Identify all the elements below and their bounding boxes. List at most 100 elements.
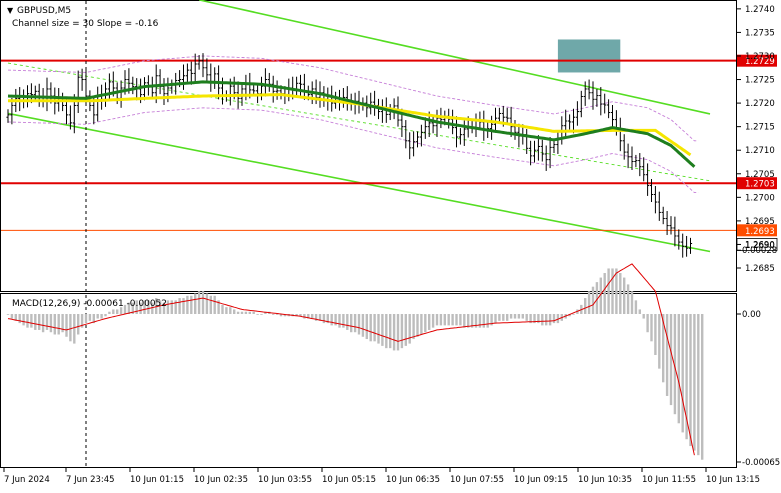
macd-histogram-bar [73,314,76,344]
price-tick-label: 1.2715 [745,123,775,133]
price-tick-label: 1.2730 [745,52,775,62]
macd-histogram-bar [225,307,228,314]
macd-histogram-bar [178,298,181,314]
macd-histogram-bar [369,314,372,342]
macd-histogram-bar [6,314,10,315]
price-tick-label: 1.2710 [745,146,775,156]
macd-histogram-bar [256,314,259,315]
macd-histogram-bar [248,311,251,314]
macd-histogram-bar [439,314,443,326]
macd-histogram-bar [38,314,41,330]
macd-histogram-bar [463,314,466,328]
macd-histogram-bar [509,314,513,319]
price-tick-label: 1.2725 [745,76,775,86]
macd-histogram-bar [552,314,556,324]
macd-histogram-bar [96,314,99,319]
macd-histogram-bar [84,314,88,324]
macd-histogram-bar [236,311,240,314]
macd-histogram-bar [272,314,275,315]
macd-histogram-bar [77,314,80,335]
macd-histogram-bar [381,314,384,346]
macd-histogram-bar [260,314,263,315]
macd-histogram-bar [194,293,197,314]
macd-histogram-bar [346,314,349,330]
macd-tick-label: -0.00065 [742,458,780,468]
macd-histogram-bar [252,311,255,314]
macd-histogram-bar [642,314,645,319]
time-axis: 7 Jun 2024 7 Jun 23:45 10 Jun 01:15 10 Jun … [3,468,760,485]
macd-histogram-bar [88,314,92,321]
macd-histogram-bar [45,314,49,330]
macd-histogram-bar [447,314,450,326]
macd-histogram-bar [396,314,400,351]
macd-histogram-bar [584,298,587,314]
macd-histogram-bar [408,314,411,344]
macd-histogram-bar [244,311,248,314]
macd-histogram-bar [392,314,396,351]
macd-histogram-bar [205,293,209,314]
time-tick-label: 7 Jun 23:45 [66,475,115,485]
macd-histogram-bar [658,314,661,369]
macd-histogram-bar [428,314,431,330]
macd-histogram-bar [517,314,521,319]
macd-histogram-bar [467,314,470,328]
macd-histogram-bar [233,309,236,314]
macd-histogram-bar [197,291,201,314]
macd-histogram-bar [545,314,548,326]
time-tick-label: 10 Jun 07:55 [450,475,504,485]
macd-histogram-bar [626,284,630,314]
macd-histogram-bar [30,314,33,328]
macd-histogram-bar [681,314,684,433]
time-tick-label: 7 Jun 2024 [4,475,50,485]
macd-histogram-bar [213,295,216,314]
macd-histogram-bar [361,314,365,337]
macd-histogram-bar [342,314,345,328]
macd-histogram-bar [412,314,415,340]
time-tick-label: 10 Jun 06:35 [386,475,440,485]
macd-histogram-bar [498,314,501,321]
macd-histogram-bar [619,273,622,314]
macd-histogram-bar [525,314,528,321]
macd-histogram-bar [424,314,427,333]
time-tick-label: 10 Jun 13:15 [706,475,760,485]
channel-info-label: Channel size = 30 Slope = -0.16 [12,19,159,29]
macd-histogram-bar [373,314,376,342]
macd-histogram-bar [521,314,524,319]
chart-svg: 1.27291.27031.26931.26901.27401.27351.27… [0,0,780,485]
macd-histogram-bar [209,295,212,314]
macd-histogram-bar [650,314,653,342]
macd-histogram-bar [322,314,326,324]
macd-histogram-bar [701,314,704,460]
macd-histogram-bar [385,314,388,349]
macd-histogram-bar [26,314,29,328]
price-tick-label: 1.2740 [745,5,775,15]
macd-title: MACD(12,26,9) -0.00061 -0.00052 [12,299,167,309]
time-tick-label: 10 Jun 05:15 [322,475,376,485]
macd-histogram-bar [611,268,614,314]
macd-histogram-bar [10,314,14,319]
time-tick-label: 10 Jun 11:55 [642,475,696,485]
macd-histogram-bar [404,314,407,346]
macd-histogram-bar [357,314,361,335]
macd-histogram-bar [377,314,380,344]
macd-histogram-bar [190,295,193,314]
macd-histogram-bar [104,314,107,317]
time-tick-label: 10 Jun 03:55 [258,475,312,485]
macd-histogram-bar [548,314,552,326]
price-axis: 1.27291.27031.26931.26901.27401.27351.27… [736,5,778,274]
macd-histogram-bar [689,314,692,447]
macd-histogram-bar [623,277,626,314]
macd-histogram-bar [443,314,446,326]
macd-histogram-bar [221,304,224,314]
macd-histogram-bar [697,314,700,456]
macd-histogram-bar [513,314,517,319]
macd-histogram-bar [603,273,606,314]
time-tick-label: 10 Jun 02:35 [194,475,248,485]
macd-histogram-bar [240,311,244,314]
macd-histogram-bar [53,314,56,335]
collapse-triangle-icon[interactable]: ▼ [7,6,14,15]
macd-histogram-bar [330,314,333,326]
chart-window: 1.2729 1.2703 1.2693 1.2690 1.2740 1.2735 1.27… [0,0,781,489]
macd-histogram-bar [34,314,37,330]
macd-histogram-bar [108,311,111,314]
